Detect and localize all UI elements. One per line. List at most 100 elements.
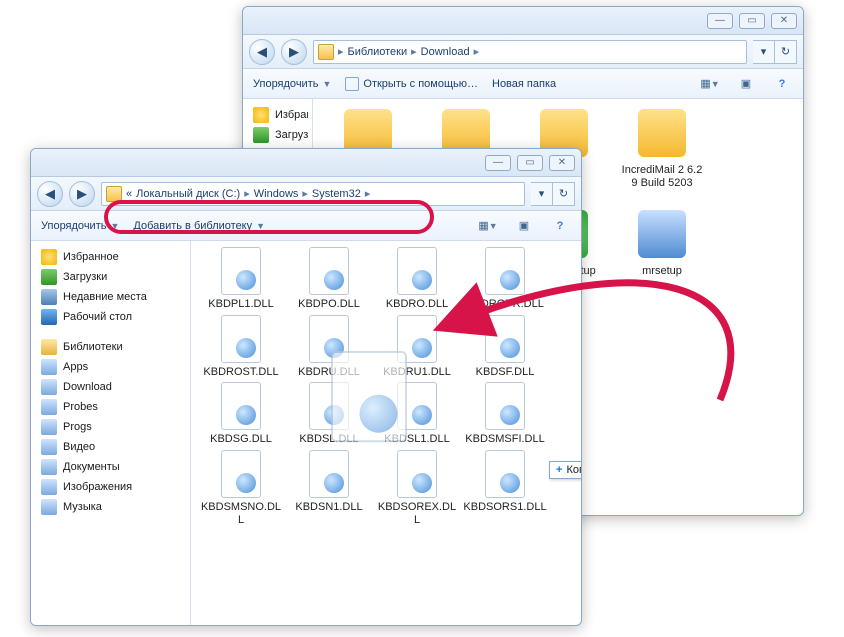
library-item-icon bbox=[41, 479, 57, 495]
navbar: ◀ ▶ ▸ Библиотеки ▸ Download ▸ ▾ ↻ bbox=[243, 35, 803, 69]
file-item[interactable]: mrsetup bbox=[613, 206, 711, 290]
sidebar-item[interactable]: Видео bbox=[35, 437, 186, 457]
sidebar-favorites[interactable]: Избранное bbox=[247, 105, 308, 125]
help-button[interactable]: ? bbox=[771, 73, 793, 95]
file-item[interactable]: KBDSOREX.DLL bbox=[373, 450, 461, 526]
sidebar-item[interactable]: Изображения bbox=[35, 477, 186, 497]
file-item[interactable]: KBDSMSNO.DLL bbox=[197, 450, 285, 526]
maximize-button[interactable]: ▭ bbox=[739, 13, 765, 29]
minimize-button[interactable]: — bbox=[485, 155, 511, 171]
dll-icon bbox=[217, 247, 265, 295]
forward-button[interactable]: ▶ bbox=[281, 39, 307, 65]
sidebar-item[interactable]: Рабочий стол bbox=[35, 307, 186, 327]
dll-icon bbox=[481, 315, 529, 363]
dll-icon bbox=[481, 382, 529, 430]
sidebar-favorites[interactable]: Избранное bbox=[35, 247, 186, 267]
organize-menu[interactable]: Упорядочить▼ bbox=[253, 78, 331, 90]
maximize-button[interactable]: ▭ bbox=[517, 155, 543, 171]
forward-button[interactable]: ▶ bbox=[69, 181, 95, 207]
toolbar: Упорядочить▼ Открыть с помощью… Новая па… bbox=[243, 69, 803, 99]
breadcrumb-sep: ▸ bbox=[365, 187, 371, 200]
file-item[interactable]: KBDSG.DLL bbox=[197, 382, 285, 446]
sidebar-item[interactable]: Загрузки bbox=[35, 267, 186, 287]
library-item-icon bbox=[41, 459, 57, 475]
file-item[interactable]: IncrediMail 2 6.29 Build 5203 bbox=[613, 105, 711, 202]
view-button[interactable]: ▦▼ bbox=[699, 73, 721, 95]
sidebar-item[interactable]: Probes bbox=[35, 397, 186, 417]
preview-pane-button[interactable]: ▣ bbox=[513, 215, 535, 237]
sidebar-label: Видео bbox=[63, 441, 95, 453]
titlebar: — ▭ ✕ bbox=[243, 7, 803, 35]
file-item[interactable]: KBDPO.DLL bbox=[285, 247, 373, 311]
breadcrumb-sep: ▸ bbox=[244, 187, 250, 200]
open-with-menu[interactable]: Открыть с помощью… bbox=[345, 77, 478, 91]
file-item[interactable]: KBDSF.DLL bbox=[461, 315, 549, 379]
close-button[interactable]: ✕ bbox=[771, 13, 797, 29]
breadcrumb-item[interactable]: System32 bbox=[312, 188, 361, 200]
breadcrumb-item[interactable]: Download bbox=[421, 46, 470, 58]
file-label: KBDSG.DLL bbox=[210, 433, 272, 446]
sidebar-item[interactable]: Загрузки bbox=[247, 125, 308, 145]
back-button[interactable]: ◀ bbox=[249, 39, 275, 65]
file-item[interactable]: KBDROPR.DLL bbox=[461, 247, 549, 311]
dll-icon bbox=[393, 450, 441, 498]
file-item[interactable]: KBDPL1.DLL bbox=[197, 247, 285, 311]
sidebar-label: Избранное bbox=[63, 251, 119, 263]
file-label: KBDSF.DLL bbox=[476, 366, 535, 379]
organize-menu[interactable]: Упорядочить▼ bbox=[41, 220, 119, 232]
minimize-button[interactable]: — bbox=[707, 13, 733, 29]
drag-tooltip-text: Копировать в "System32" bbox=[566, 464, 581, 476]
address-controls: ▾ ↻ bbox=[531, 182, 575, 206]
file-item[interactable]: KBDSORS1.DLL bbox=[461, 450, 549, 526]
file-item[interactable]: KBDROST.DLL bbox=[197, 315, 285, 379]
titlebar: — ▭ ✕ bbox=[31, 149, 581, 177]
address-dropdown[interactable]: ▾ bbox=[753, 40, 775, 64]
sidebar-item[interactable]: Progs bbox=[35, 417, 186, 437]
library-item-icon bbox=[41, 379, 57, 395]
view-button[interactable]: ▦▼ bbox=[477, 215, 499, 237]
dll-icon bbox=[393, 247, 441, 295]
chevron-down-icon: ▼ bbox=[256, 221, 265, 231]
refresh-button[interactable]: ↻ bbox=[553, 182, 575, 206]
address-bar[interactable]: ▸ Библиотеки ▸ Download ▸ bbox=[313, 40, 747, 64]
breadcrumb-sep: ▸ bbox=[474, 45, 480, 58]
folder-icon bbox=[106, 186, 122, 202]
breadcrumb-sep: ▸ bbox=[338, 45, 344, 58]
address-dropdown[interactable]: ▾ bbox=[531, 182, 553, 206]
address-bar[interactable]: « Локальный диск (C:) ▸ Windows ▸ System… bbox=[101, 182, 525, 206]
file-item[interactable]: KBDSN1.DLL bbox=[285, 450, 373, 526]
sidebar-label: Apps bbox=[63, 361, 88, 373]
sidebar-item[interactable]: Недавние места bbox=[35, 287, 186, 307]
sidebar-label: Избранное bbox=[275, 109, 308, 121]
file-item[interactable]: KBDRO.DLL bbox=[373, 247, 461, 311]
help-button[interactable]: ? bbox=[549, 215, 571, 237]
sidebar-item[interactable]: Apps bbox=[35, 357, 186, 377]
file-label: KBDSMSNO.DLL bbox=[199, 501, 283, 526]
dll-icon bbox=[217, 382, 265, 430]
dll-icon bbox=[481, 247, 529, 295]
sidebar-item[interactable]: Download bbox=[35, 377, 186, 397]
sidebar-item[interactable]: Музыка bbox=[35, 497, 186, 517]
new-folder-label: Новая папка bbox=[492, 78, 556, 90]
file-pane[interactable]: KBDPL1.DLLKBDPO.DLLKBDRO.DLLKBDROPR.DLL K… bbox=[191, 241, 581, 625]
breadcrumb-prefix: « bbox=[126, 188, 132, 200]
sidebar-label: Библиотеки bbox=[63, 341, 123, 353]
sidebar-item[interactable]: Документы bbox=[35, 457, 186, 477]
item-icon bbox=[634, 206, 690, 262]
sidebar-libraries[interactable]: Библиотеки bbox=[35, 337, 186, 357]
back-button[interactable]: ◀ bbox=[37, 181, 63, 207]
breadcrumb-item[interactable]: Библиотеки bbox=[348, 46, 408, 58]
add-to-library-menu[interactable]: Добавить в библиотеку▼ bbox=[133, 220, 265, 232]
dll-icon bbox=[305, 450, 353, 498]
refresh-button[interactable]: ↻ bbox=[775, 40, 797, 64]
chevron-down-icon: ▼ bbox=[322, 79, 331, 89]
preview-pane-button[interactable]: ▣ bbox=[735, 73, 757, 95]
file-label: mrsetup bbox=[642, 265, 682, 278]
breadcrumb-item[interactable]: Локальный диск (C:) bbox=[136, 188, 240, 200]
file-label: IncrediMail 2 6.29 Build 5203 bbox=[620, 164, 704, 189]
file-label: KBDROST.DLL bbox=[203, 366, 278, 379]
breadcrumb-item[interactable]: Windows bbox=[254, 188, 299, 200]
file-item[interactable]: KBDSMSFI.DLL bbox=[461, 382, 549, 446]
new-folder-button[interactable]: Новая папка bbox=[492, 78, 556, 90]
close-button[interactable]: ✕ bbox=[549, 155, 575, 171]
